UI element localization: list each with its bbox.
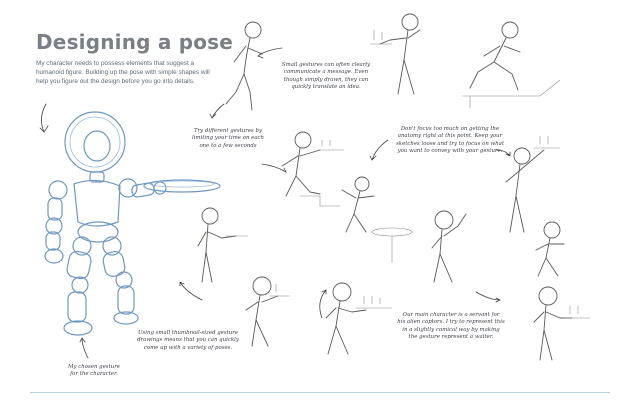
gesture-thumbnail-waiter-final — [533, 286, 591, 361]
arrow-serving — [319, 289, 327, 319]
gesture-thumbnail-holding — [431, 210, 467, 283]
sketch-artwork — [39, 13, 591, 361]
gesture-thumbnail-crouch — [535, 221, 565, 277]
note-thumbnails: Using small thumbnail-sized gesture draw… — [137, 330, 239, 351]
gesture-thumbnail-serving — [325, 282, 393, 355]
arrow-intro — [39, 103, 49, 133]
gesture-thumbnail-standing-tray — [197, 207, 249, 283]
gesture-thumbnail-walking — [225, 21, 263, 111]
gesture-thumbnail-back-view — [245, 276, 291, 347]
arrow-try-gestures — [209, 103, 225, 119]
note-small-gestures: Small gestures can often clearly communi… — [281, 62, 371, 91]
arrow-chosen — [79, 337, 89, 359]
note-chosen-gesture: My chosen gesture for the character. — [68, 364, 120, 378]
note-anatomy: Don't focus too much on getting the anat… — [395, 126, 505, 155]
gesture-thumbnail-leaning — [341, 176, 413, 263]
arrow-try-gestures-2 — [261, 163, 287, 173]
spread: Designing a pose My character needs to p… — [0, 0, 640, 400]
note-main-character: Our main character is a servant for his … — [397, 312, 505, 341]
gesture-thumbnail-kneeling — [461, 21, 561, 109]
arrow-thumbnails — [179, 281, 203, 301]
arrow-small-gestures — [257, 47, 283, 59]
gesture-thumbnail-steps — [281, 131, 345, 207]
note-try-gestures: Try different gestures by limiting your … — [191, 128, 265, 149]
bottom-rule — [30, 392, 610, 393]
arrow-main-character — [475, 291, 501, 303]
